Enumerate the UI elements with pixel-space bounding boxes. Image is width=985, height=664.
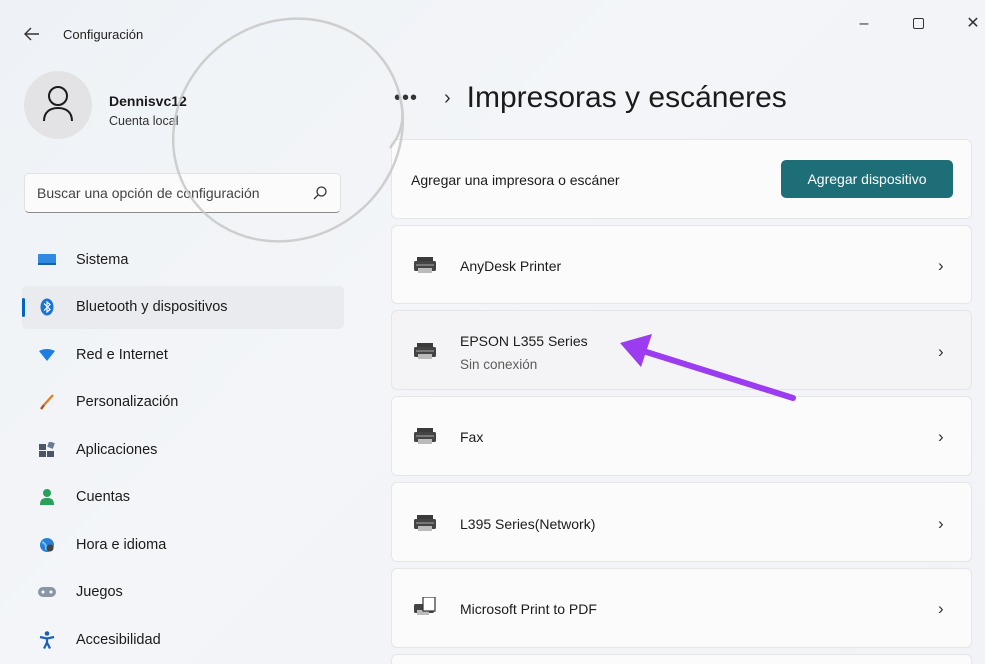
sidebar-nav: Sistema Bluetooth y dispositivos Red e I… xyxy=(22,238,344,664)
bluetooth-icon xyxy=(38,298,56,316)
brush-icon xyxy=(38,393,56,411)
back-button[interactable] xyxy=(18,22,46,46)
breadcrumb: ••• › Impresoras y escáneres xyxy=(394,78,787,118)
printer-row-fax[interactable]: Fax › xyxy=(391,396,972,476)
settings-window: Configuración – ✕ Dennisvc12 Cuenta loca… xyxy=(0,0,985,664)
printer-icon xyxy=(414,515,436,531)
back-arrow-icon xyxy=(24,27,39,41)
page-title: Impresoras y escáneres xyxy=(466,81,787,114)
sidebar-item-label: Personalización xyxy=(76,394,179,410)
printer-row-epson[interactable]: EPSON L355 Series Sin conexión › xyxy=(391,310,972,390)
chevron-right-icon: › xyxy=(938,514,944,533)
pdf-printer-icon xyxy=(414,597,436,615)
printer-row-l395[interactable]: L395 Series(Network) › xyxy=(391,482,972,562)
sidebar-item-label: Hora e idioma xyxy=(76,536,167,553)
title-bar: Configuración – ✕ xyxy=(0,0,985,64)
sidebar-item-bluetooth[interactable]: Bluetooth y dispositivos xyxy=(22,285,344,329)
add-printer-label: Agregar una impresora o escáner xyxy=(411,172,620,188)
close-button[interactable]: ✕ xyxy=(951,10,985,38)
account-type: Cuenta local xyxy=(109,114,179,128)
sidebar-item-accesibilidad[interactable]: Accesibilidad xyxy=(22,618,344,661)
search-input[interactable]: Buscar una opción de configuración xyxy=(37,185,312,201)
avatar xyxy=(24,71,92,139)
add-printer-card: Agregar una impresora o escáner Agregar … xyxy=(391,139,972,219)
sidebar-item-hora[interactable]: Hora e idioma xyxy=(22,523,344,566)
gamepad-icon xyxy=(38,583,56,601)
sidebar-item-label: Accesibilidad xyxy=(76,631,161,648)
sidebar-item-juegos[interactable]: Juegos xyxy=(22,571,344,614)
chevron-right-icon: › xyxy=(938,256,944,275)
chevron-right-icon: › xyxy=(938,342,944,361)
printer-name: Microsoft Print to PDF xyxy=(460,601,597,617)
selected-indicator xyxy=(22,297,25,317)
sidebar-item-sistema[interactable]: Sistema xyxy=(22,238,344,281)
chevron-right-icon: › xyxy=(938,599,944,618)
sidebar-item-cuentas[interactable]: Cuentas xyxy=(22,476,344,519)
printer-icon xyxy=(414,343,436,359)
sidebar-item-label: Bluetooth y dispositivos xyxy=(76,299,228,315)
printer-icon xyxy=(414,428,436,444)
app-title: Configuración xyxy=(63,27,144,42)
search-box[interactable]: Buscar una opción de configuración xyxy=(24,173,341,213)
user-name: Dennisvc12 xyxy=(109,93,187,109)
globe-clock-icon xyxy=(38,536,56,554)
printer-row-partial[interactable] xyxy=(391,654,972,664)
system-icon xyxy=(38,251,56,269)
accessibility-icon xyxy=(38,630,56,649)
printer-row-anydesk[interactable]: AnyDesk Printer › xyxy=(391,225,972,304)
chevron-right-icon: › xyxy=(938,427,944,446)
printer-name: AnyDesk Printer xyxy=(460,258,562,274)
sidebar-item-label: Red e Internet xyxy=(76,346,168,363)
user-icon xyxy=(43,86,73,122)
sidebar-item-aplicaciones[interactable]: Aplicaciones xyxy=(22,428,344,471)
printer-icon xyxy=(414,257,436,273)
user-profile[interactable]: Dennisvc12 Cuenta local xyxy=(24,71,354,145)
sidebar-item-label: Sistema xyxy=(76,251,129,268)
sidebar-item-label: Cuentas xyxy=(76,489,131,505)
wifi-icon xyxy=(38,346,56,364)
printer-status: Sin conexión xyxy=(460,357,538,372)
minimize-button[interactable]: – xyxy=(842,10,886,38)
apps-icon xyxy=(38,441,56,459)
account-icon xyxy=(38,488,56,506)
sidebar-item-label: Aplicaciones xyxy=(76,441,158,458)
breadcrumb-separator: › xyxy=(444,86,451,109)
maximize-icon xyxy=(912,18,924,30)
sidebar-item-personalizacion[interactable]: Personalización xyxy=(22,381,344,424)
printer-name: EPSON L355 Series xyxy=(460,333,588,349)
maximize-button[interactable] xyxy=(896,10,940,38)
add-device-button[interactable]: Agregar dispositivo xyxy=(781,160,953,198)
printer-name: Fax xyxy=(460,429,484,445)
sidebar-item-label: Juegos xyxy=(76,584,123,600)
sidebar-item-red[interactable]: Red e Internet xyxy=(22,333,344,376)
printer-row-pdf[interactable]: Microsoft Print to PDF › xyxy=(391,568,972,648)
breadcrumb-more-button[interactable]: ••• xyxy=(394,87,434,110)
search-icon xyxy=(313,186,327,200)
printer-name: L395 Series(Network) xyxy=(460,516,596,532)
